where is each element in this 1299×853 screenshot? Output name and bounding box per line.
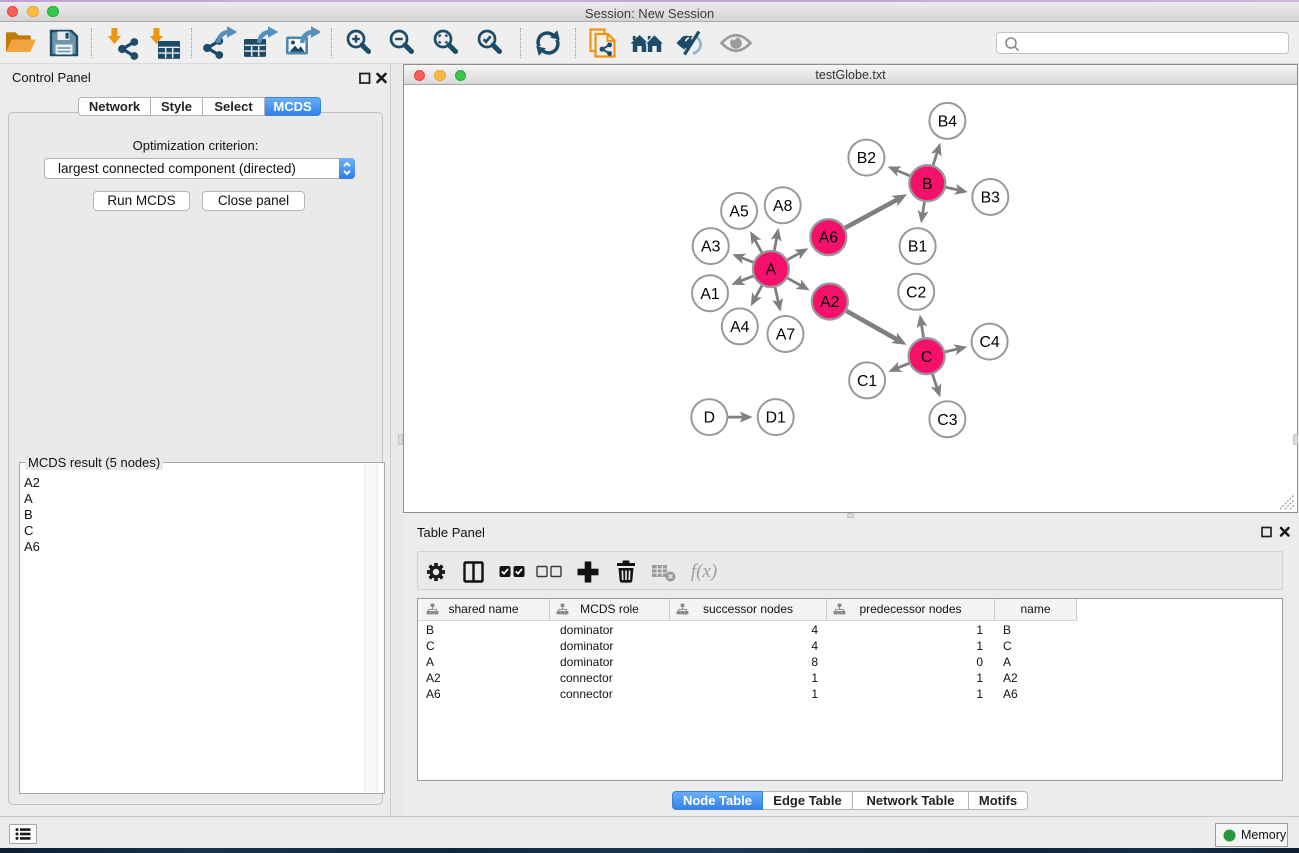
svg-text:D: D: [704, 410, 715, 427]
svg-text:B: B: [922, 176, 933, 193]
svg-text:C1: C1: [857, 373, 877, 390]
svg-text:A7: A7: [776, 327, 795, 344]
svg-text:C: C: [921, 349, 932, 366]
svg-text:A6: A6: [819, 230, 839, 247]
svg-text:D1: D1: [766, 410, 786, 427]
svg-text:A8: A8: [773, 198, 793, 215]
svg-text:A4: A4: [730, 319, 750, 336]
svg-text:A: A: [766, 262, 777, 279]
svg-text:A5: A5: [729, 204, 749, 221]
svg-text:B3: B3: [981, 190, 1001, 207]
svg-text:C3: C3: [937, 412, 957, 429]
svg-text:B4: B4: [938, 114, 958, 131]
svg-text:A3: A3: [701, 239, 721, 256]
svg-text:A1: A1: [700, 286, 720, 303]
svg-text:B1: B1: [908, 239, 928, 256]
svg-text:C4: C4: [979, 334, 999, 351]
svg-text:A2: A2: [820, 294, 839, 311]
svg-text:B2: B2: [857, 150, 876, 167]
svg-text:C2: C2: [906, 284, 926, 301]
